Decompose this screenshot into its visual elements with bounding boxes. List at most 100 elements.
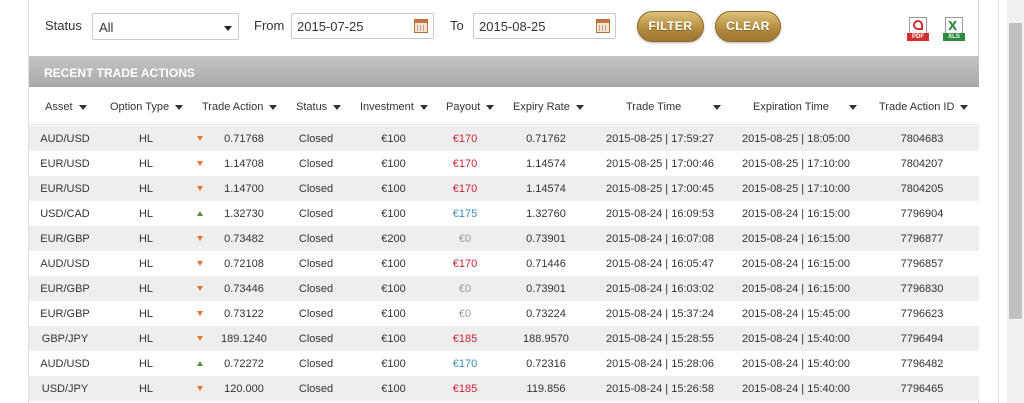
chevron-down-icon (224, 26, 232, 31)
asset-cell: AUD/USD (40, 133, 90, 145)
table-row[interactable]: AUD/USD HL 0.72272 Closed €100 €170 0.72316 201… (29, 351, 979, 376)
column-header-status[interactable]: Status (296, 101, 342, 113)
arrow-down-icon (197, 261, 203, 266)
trade-time-cell: 2015-08-24 | 15:37:24 (605, 308, 715, 320)
arrow-down-icon (197, 336, 203, 341)
trade-action-cell: 189.1240 (221, 333, 267, 345)
expiration-time-cell: 2015-08-24 | 15:40:00 (741, 383, 851, 395)
arrow-down-icon (197, 286, 203, 291)
table-row[interactable]: AUD/USD HL 0.71768 Closed €100 €170 0.71762 201… (29, 126, 979, 151)
column-header-trade-time[interactable]: Trade Time (626, 101, 722, 113)
table-row[interactable]: USD/CAD HL 1.32730 Closed €100 €175 1.32760 201… (29, 201, 979, 226)
trade-time-cell: 2015-08-25 | 17:00:46 (605, 158, 715, 170)
status-cell: Closed (298, 258, 334, 270)
expiration-time-cell: 2015-08-24 | 16:15:00 (741, 233, 851, 245)
investment-cell: €100 (381, 183, 406, 195)
sort-arrow-icon (713, 104, 722, 110)
filter-button[interactable]: FILTER (637, 11, 704, 42)
calendar-icon[interactable] (414, 19, 428, 33)
column-header-expiry-rate[interactable]: Expiry Rate (513, 101, 584, 113)
trade-time-cell: 2015-08-25 | 17:00:45 (605, 183, 715, 195)
trade-action-id-cell: 7804207 (900, 158, 944, 170)
arrow-down-icon (197, 186, 203, 191)
table-row[interactable]: USD/JPY HL 120.000 Closed €100 €185 119.856 201… (29, 376, 979, 401)
table-row[interactable]: EUR/GBP HL 0.73446 Closed €100 €0 0.73901 2015-… (29, 276, 979, 301)
payout-cell: €0 (458, 283, 472, 295)
trade-action-id-cell: 7796482 (900, 358, 944, 370)
trade-action-cell: 0.73482 (224, 233, 264, 245)
column-header-payout[interactable]: Payout (446, 101, 495, 113)
scrollbar-thumb[interactable] (1009, 23, 1022, 319)
panel-title: RECENT TRADE ACTIONS (29, 56, 979, 87)
payout-cell: €175 (452, 208, 478, 220)
from-date-input[interactable]: 2015-07-25 (291, 13, 434, 39)
option-type-cell: HL (138, 358, 154, 370)
payout-cell: €185 (452, 333, 478, 345)
sort-arrow-icon (333, 104, 342, 110)
column-header-asset[interactable]: Asset (45, 101, 87, 113)
status-cell: Closed (298, 308, 334, 320)
trade-action-id-cell: 7804205 (900, 183, 944, 195)
asset-cell: GBP/JPY (41, 333, 89, 345)
expiry-rate-cell: 0.73901 (526, 233, 566, 245)
option-type-cell: HL (138, 383, 154, 395)
column-header-expiration-time[interactable]: Expiration Time (753, 101, 857, 113)
trade-action-cell: 1.14700 (224, 183, 264, 195)
expiry-rate-cell: 0.73901 (526, 283, 566, 295)
expiry-rate-cell: 119.856 (526, 383, 566, 395)
expiry-rate-cell: 0.72316 (526, 358, 566, 370)
to-date-input[interactable]: 2015-08-25 (473, 13, 616, 39)
asset-cell: AUD/USD (40, 258, 90, 270)
divider (998, 0, 999, 403)
payout-cell: €170 (452, 133, 478, 145)
table-row[interactable]: EUR/USD HL 1.14708 Closed €100 €170 1.14574 201… (29, 151, 979, 176)
sort-arrow-icon (486, 104, 495, 110)
payout-cell: €170 (452, 158, 478, 170)
from-label: From (254, 18, 285, 33)
column-header-investment[interactable]: Investment (360, 101, 428, 113)
sort-arrow-icon (78, 104, 87, 110)
table-row[interactable]: GBP/JPY HL 189.1240 Closed €100 €185 188.9570 2… (29, 326, 979, 351)
column-header-option-type[interactable]: Option Type (110, 101, 184, 113)
excel-x-icon: X (948, 19, 958, 33)
trade-time-cell: 2015-08-24 | 15:28:06 (605, 358, 715, 370)
table-row[interactable]: EUR/USD HL 1.14700 Closed €100 €170 1.14574 201… (29, 176, 979, 201)
asset-cell: EUR/USD (40, 183, 90, 195)
xls-export-icon[interactable]: X XLS (943, 17, 965, 41)
calendar-icon[interactable] (596, 19, 610, 33)
trade-table-body: AUD/USD HL 0.71768 Closed €100 €170 0.71762 201… (29, 126, 979, 401)
clear-button[interactable]: CLEAR (715, 11, 781, 42)
arrow-down-icon (197, 136, 203, 141)
vertical-scrollbar[interactable] (1007, 0, 1024, 403)
table-row[interactable]: EUR/GBP HL 0.73122 Closed €100 €0 0.73224 2015-… (29, 301, 979, 326)
trade-time-cell: 2015-08-24 | 16:03:02 (605, 283, 715, 295)
option-type-cell: HL (138, 133, 154, 145)
table-row[interactable]: AUD/USD HL 0.72108 Closed €100 €170 0.71446 201… (29, 251, 979, 276)
option-type-cell: HL (138, 333, 154, 345)
column-header-trade-action[interactable]: Trade Action (202, 101, 278, 113)
asset-cell: EUR/USD (40, 158, 90, 170)
asset-cell: EUR/GBP (40, 283, 90, 295)
status-cell: Closed (298, 283, 334, 295)
trade-action-cell: 1.32730 (224, 208, 264, 220)
asset-cell: EUR/GBP (40, 233, 90, 245)
status-cell: Closed (298, 158, 334, 170)
expiry-rate-cell: 1.32760 (526, 208, 566, 220)
column-header-trade-action-id[interactable]: Trade Action ID (879, 101, 969, 113)
status-cell: Closed (298, 183, 334, 195)
status-select[interactable]: All (92, 13, 239, 40)
asset-cell: AUD/USD (40, 358, 90, 370)
trade-action-cell: 0.72108 (224, 258, 264, 270)
arrow-down-icon (197, 236, 203, 241)
to-date-value: 2015-08-25 (479, 19, 546, 34)
from-date-value: 2015-07-25 (297, 19, 364, 34)
xls-tag: XLS (943, 33, 965, 41)
table-row[interactable]: EUR/GBP HL 0.73482 Closed €200 €0 0.73901 2015-… (29, 226, 979, 251)
status-cell: Closed (298, 358, 334, 370)
investment-cell: €100 (381, 358, 406, 370)
option-type-cell: HL (138, 158, 154, 170)
arrow-up-icon (197, 361, 203, 366)
pdf-export-icon[interactable]: PDF (907, 17, 929, 41)
sort-arrow-icon (175, 104, 184, 110)
payout-cell: €185 (452, 383, 478, 395)
